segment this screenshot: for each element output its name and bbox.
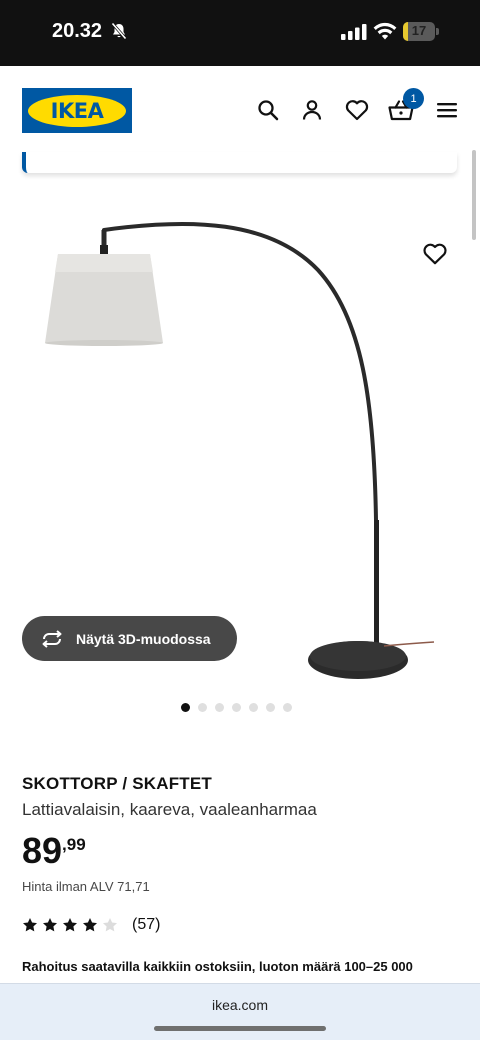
carousel-dot[interactable] (215, 703, 224, 712)
product-name[interactable]: SKOTTORP / SKAFTET (22, 774, 212, 794)
price-integer: 89 (22, 830, 63, 871)
search-icon[interactable] (254, 96, 282, 124)
carousel-dot[interactable] (232, 703, 241, 712)
carousel-dot[interactable] (181, 703, 190, 712)
carousel-dot[interactable] (249, 703, 258, 712)
browser-address-bar[interactable]: ikea.com (0, 983, 480, 1040)
rating-count: (57) (132, 916, 161, 933)
battery-indicator: 17 (403, 22, 439, 41)
ikea-logo[interactable]: IKEA (22, 88, 132, 133)
menu-icon[interactable] (433, 96, 461, 124)
carousel-dot[interactable] (266, 703, 275, 712)
status-time: 20.32 (52, 20, 103, 42)
product-description: Lattiavalaisin, kaareva, vaaleanharmaa (22, 800, 317, 819)
star-filled-icon (23, 918, 37, 932)
cellular-signal-icon (341, 24, 367, 40)
carousel-dot[interactable] (283, 703, 292, 712)
account-icon[interactable] (298, 96, 326, 124)
star-filled-icon (83, 918, 97, 932)
battery-level: 17 (411, 23, 427, 38)
price-decimal: ,99 (62, 835, 86, 854)
product-rating[interactable]: (57) (22, 916, 160, 934)
product-price: 89 ,99 (22, 832, 86, 870)
cart-count-badge: 1 (403, 88, 424, 109)
star-filled-icon (43, 918, 57, 932)
view-3d-button[interactable]: Näytä 3D-muodossa (22, 616, 237, 661)
wifi-icon (373, 22, 397, 40)
view-3d-label: Näytä 3D-muodossa (76, 630, 211, 647)
home-indicator (154, 1026, 326, 1031)
bell-muted-icon (111, 22, 127, 40)
status-bar: 20.32 17 (0, 0, 480, 66)
sticky-notice-card (22, 152, 457, 173)
financing-info[interactable]: Rahoitus saatavilla kaikkiin ostoksiin, … (22, 959, 462, 974)
url-text[interactable]: ikea.com (0, 997, 480, 1013)
add-to-favorites-button[interactable] (422, 242, 448, 268)
star-filled-icon (63, 918, 77, 932)
star-empty-icon (103, 918, 117, 932)
logo-text: IKEA (50, 98, 104, 123)
site-header: IKEA 1 (0, 66, 480, 156)
price-without-vat: Hinta ilman ALV 71,71 (22, 879, 150, 894)
image-carousel-dots[interactable] (181, 703, 292, 712)
carousel-dot[interactable] (198, 703, 207, 712)
heart-icon[interactable] (343, 96, 371, 124)
rotate-3d-icon (42, 629, 62, 648)
